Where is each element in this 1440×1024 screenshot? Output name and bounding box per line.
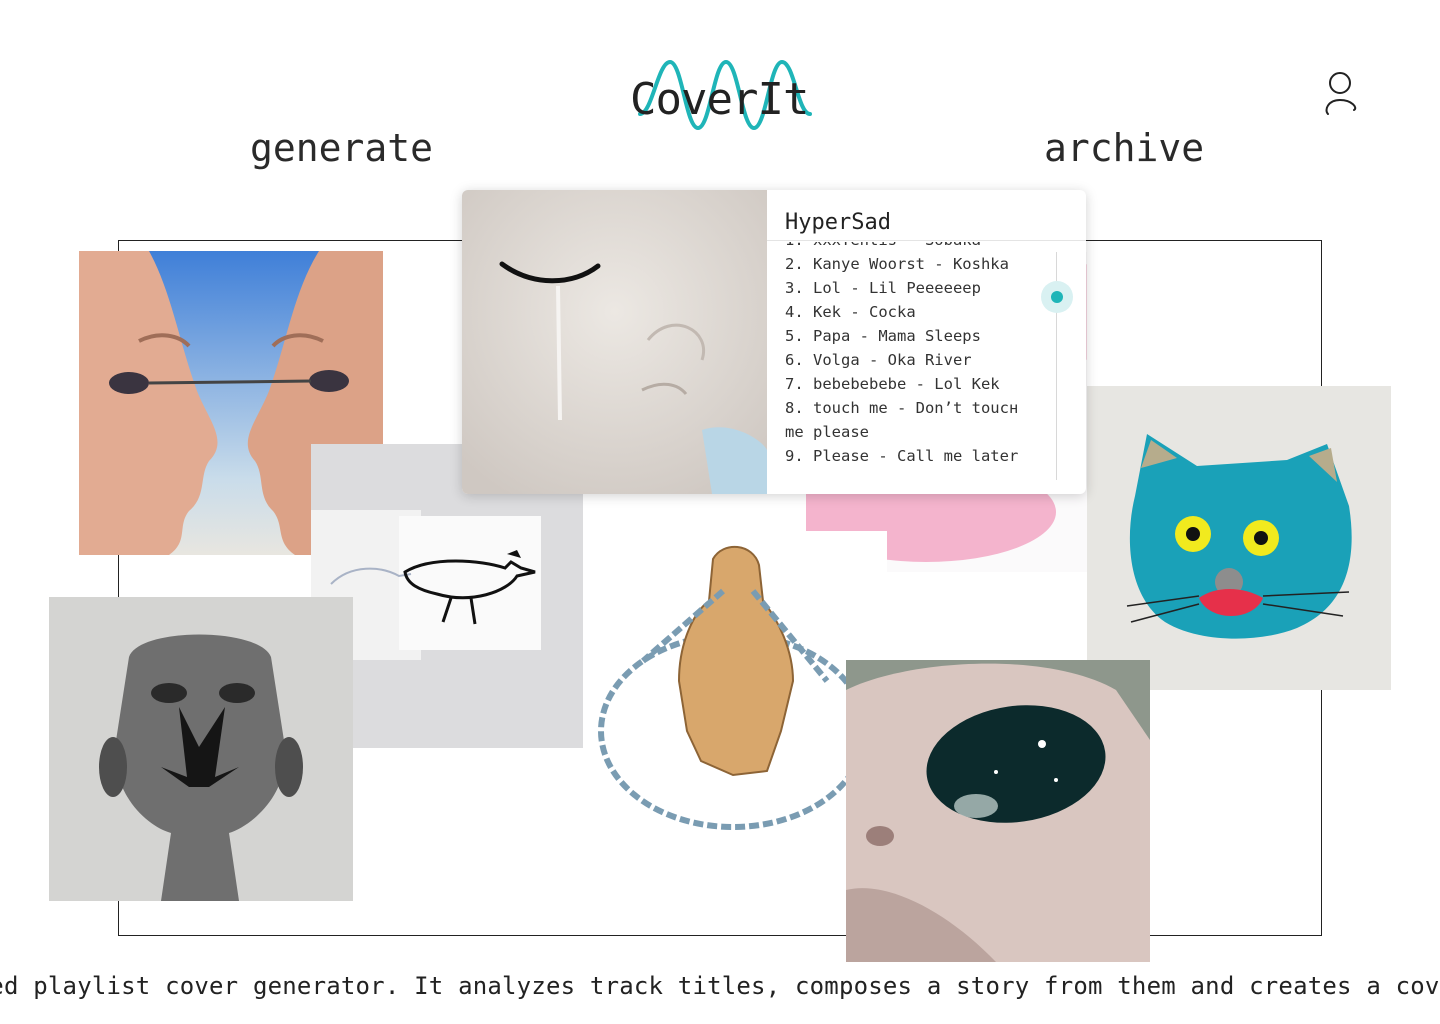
track-item[interactable]: 5. Papa - Mama Sleeps xyxy=(785,324,1035,348)
scrollbar-thumb[interactable] xyxy=(1041,281,1073,313)
nav-generate[interactable]: generate xyxy=(250,126,433,170)
description-text: ased playlist cover generator. It analyz… xyxy=(0,972,1440,1000)
card-divider xyxy=(767,240,1086,241)
track-item[interactable]: 2. Kanye Woorst - Koshka xyxy=(785,252,1035,276)
track-item[interactable]: 7. bebebebebe - Lol Kek xyxy=(785,372,1035,396)
track-item[interactable]: 9. Please - Call me later xyxy=(785,444,1035,468)
track-item[interactable]: 4. Kek - Cocka xyxy=(785,300,1035,324)
track-item[interactable]: 6. Volga - Oka River xyxy=(785,348,1035,372)
jump-rope-figure-cover[interactable] xyxy=(583,531,887,851)
blue-cat-cover[interactable] xyxy=(1087,386,1391,690)
track-item[interactable]: 3. Lol - Lil Peeeeeep xyxy=(785,276,1035,300)
user-icon[interactable] xyxy=(1318,70,1362,120)
track-list[interactable]: 1. xxxTentis - Sobaka 2. Kanye Woorst - … xyxy=(785,242,1035,482)
playlist-card[interactable]: HyperSad 1. xxxTentis - Sobaka 2. Kanye … xyxy=(462,190,1086,494)
description-marquee: ased playlist cover generator. It analyz… xyxy=(0,972,1440,1004)
alien-tear-cover[interactable] xyxy=(846,660,1150,962)
logo-text: CoverIt xyxy=(630,74,809,125)
logo[interactable]: CoverIt xyxy=(630,56,820,136)
track-item[interactable]: 1. xxxTentis - Sobaka xyxy=(785,242,1035,252)
sad-face-cover xyxy=(462,190,767,494)
playlist-title: HyperSad xyxy=(785,210,891,235)
stone-head-cover[interactable] xyxy=(49,597,353,901)
track-item[interactable]: 8. touch me - Don’t touсн me please xyxy=(785,396,1035,444)
nav-archive[interactable]: archive xyxy=(1044,126,1204,170)
